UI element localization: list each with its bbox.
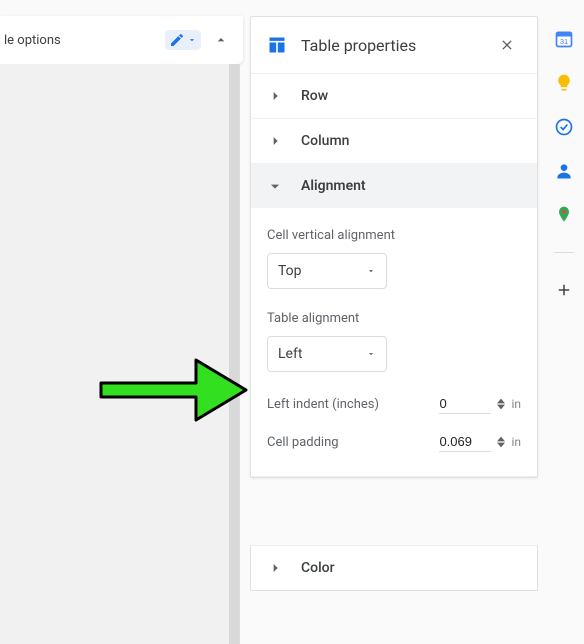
section-row-alignment[interactable]: Alignment [251, 164, 537, 208]
toolbar-fragment: le options [0, 16, 243, 64]
chevron-right-icon [267, 560, 283, 576]
left-indent-unit: in [511, 397, 521, 411]
table-properties-panel: Table properties Row Column Alignment Ce… [250, 16, 538, 478]
toolbar-text: le options [4, 33, 165, 48]
cell-padding-stepper[interactable] [497, 436, 505, 448]
color-section-card: Color [250, 545, 538, 591]
section-label-column: Column [301, 133, 349, 149]
caret-down-icon [366, 266, 376, 276]
section-label-alignment: Alignment [301, 178, 366, 194]
rail-divider [554, 252, 574, 253]
cell-padding-input[interactable] [439, 432, 491, 452]
tasks-icon[interactable] [553, 116, 575, 138]
left-indent-input[interactable] [439, 394, 491, 414]
cell-vert-value: Top [278, 263, 302, 279]
chevron-right-icon [267, 133, 283, 149]
maps-icon[interactable] [553, 204, 575, 226]
section-label-color: Color [301, 560, 335, 576]
scrollbar[interactable] [229, 64, 239, 644]
caret-down-icon [187, 35, 197, 45]
edit-mode-button[interactable] [165, 30, 201, 50]
add-addon-button[interactable] [553, 279, 575, 301]
chevron-down-icon [267, 178, 283, 194]
document-area [0, 64, 240, 644]
panel-header: Table properties [251, 17, 537, 74]
table-alignment-dropdown[interactable]: Left [267, 336, 387, 372]
cell-padding-label: Cell padding [267, 435, 339, 450]
left-indent-row: Left indent (inches) in [267, 394, 521, 414]
contacts-icon[interactable] [553, 160, 575, 182]
section-row-column[interactable]: Column [251, 119, 537, 164]
section-row-color[interactable]: Color [251, 546, 537, 590]
section-row-row[interactable]: Row [251, 74, 537, 119]
section-label-row: Row [301, 88, 328, 104]
side-rail: 31 [544, 16, 584, 301]
close-button[interactable] [493, 31, 521, 59]
pencil-icon [169, 32, 185, 48]
alignment-body: Cell vertical alignment Top Table alignm… [251, 208, 537, 477]
table-icon [267, 35, 287, 55]
chevron-up-icon [213, 32, 229, 48]
caret-down-icon [366, 349, 376, 359]
collapse-button[interactable] [207, 26, 235, 54]
keep-icon[interactable] [553, 72, 575, 94]
table-align-label: Table alignment [267, 311, 521, 326]
plus-icon [555, 281, 573, 299]
left-indent-label: Left indent (inches) [267, 397, 379, 412]
cell-padding-unit: in [511, 435, 521, 449]
cell-vertical-alignment-dropdown[interactable]: Top [267, 253, 387, 289]
close-icon [499, 37, 515, 53]
calendar-icon[interactable]: 31 [553, 28, 575, 50]
chevron-right-icon [267, 88, 283, 104]
cell-vert-label: Cell vertical alignment [267, 228, 521, 243]
panel-title: Table properties [301, 36, 493, 55]
left-indent-stepper[interactable] [497, 398, 505, 410]
svg-text:31: 31 [560, 37, 568, 46]
table-align-value: Left [278, 346, 302, 362]
cell-padding-row: Cell padding in [267, 432, 521, 452]
